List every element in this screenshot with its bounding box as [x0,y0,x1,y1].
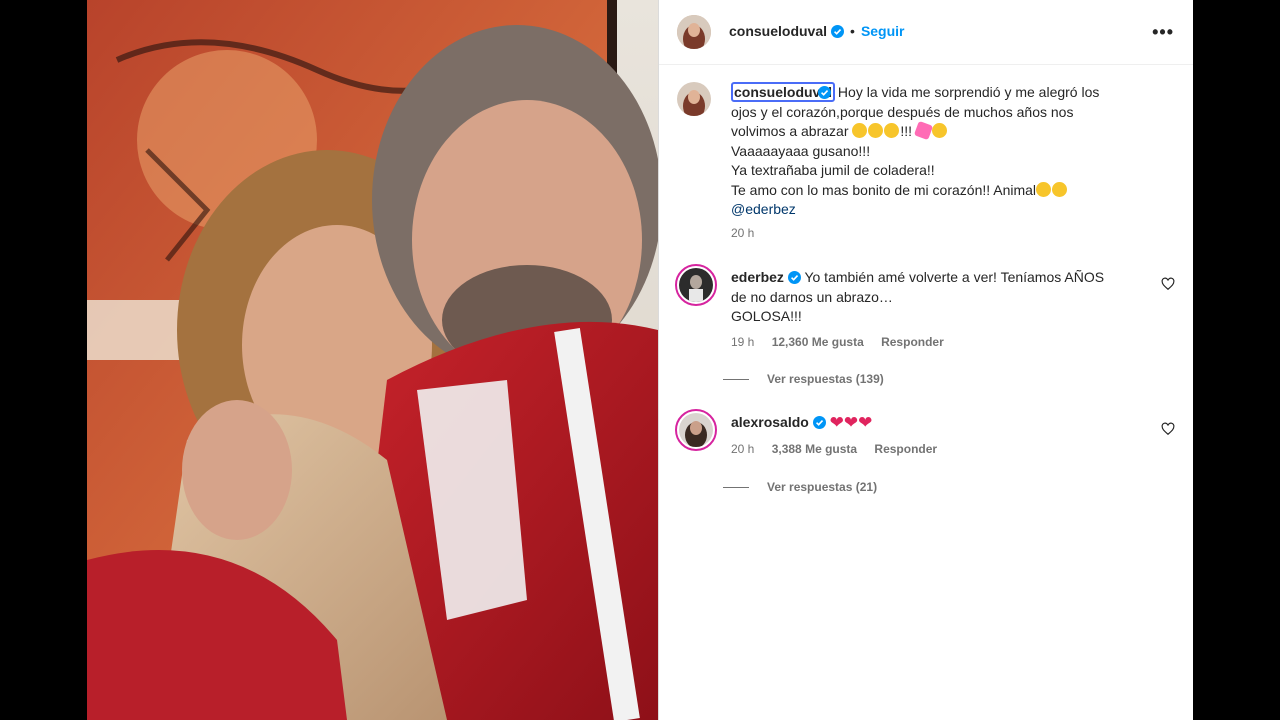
view-replies-button[interactable]: Ver respuestas (139) [723,372,884,386]
caption-line-5: Ya textrañaba jumil de coladera!! [731,162,935,178]
crying-face-emoji-icon [852,123,868,138]
caption-verified-badge-icon [818,86,832,99]
follow-button[interactable]: Seguir [861,23,905,39]
caption-line-1: Hoy la vida me sorprendió y me alegró lo… [837,84,1100,100]
view-replies-label: Ver respuestas (139) [767,372,884,386]
author-avatar[interactable] [677,15,711,49]
comment-avatar-ring[interactable] [675,409,717,451]
hugging-face-emoji-icon [884,123,900,138]
comment-likes[interactable]: 12,360 Me gusta [772,335,864,349]
post-photo[interactable] [87,0,658,720]
comment-verified-badge-icon [787,271,801,284]
comment-avatar-image [679,268,713,302]
partying-face-emoji-icon [931,123,947,138]
caption-avatar-image [677,82,711,116]
post-caption: consueloduval Hoy la vida me sorprendió … [731,82,1139,244]
comment-hearts: ❤❤❤ [829,413,873,432]
comment-username[interactable]: ederbez [731,269,784,285]
comment-meta: 19 h 12,360 Me gusta Responder [731,335,944,349]
caption-timestamp[interactable]: 20 h [731,224,1139,244]
verified-badge-icon [831,24,845,38]
heart-gift-emoji-icon [913,120,934,141]
like-comment-heart-icon[interactable] [1161,422,1175,436]
comment-avatar-image [679,413,713,447]
photo-illustration [87,0,658,720]
view-replies-label: Ver respuestas (21) [767,480,878,494]
post-side-panel: consueloduval • Seguir ••• consueloduval [658,0,1193,720]
comment-text: ederbez Yo también amé volverte a ver! T… [731,268,1141,327]
comment-avatar [679,268,713,302]
caption-line-3-exclaim: !!! [900,123,913,139]
comment-line-3: GOLOSA!!! [731,308,802,324]
comment-item: ederbez Yo también amé volverte a ver! T… [675,264,1175,394]
caption-mention-link[interactable]: @ederbez [731,200,1139,220]
replies-divider [723,486,749,488]
caption-line-3: volvimos a abrazar [731,123,849,139]
comment-avatar [679,413,713,447]
comment-text: alexrosaldo ❤❤❤ [731,413,1141,433]
replies-divider [723,378,749,380]
caption-line-2: ojos y el corazón,porque después de much… [731,103,1074,120]
comment-meta: 20 h 3,388 Me gusta Responder [731,442,937,456]
comment-line-1: Yo también amé volverte a ver! Teníamos … [804,269,1105,285]
author-username[interactable]: consueloduval [729,23,827,39]
comment-item: alexrosaldo ❤❤❤ 20 h 3,388 Me gusta Resp… [675,409,1175,509]
comment-avatar-ring[interactable] [675,264,717,306]
caption-line-4: Vaaaaayaaa gusano!!! [731,142,871,159]
comment-line-2: de no darnos un abrazo… [731,288,893,305]
more-options-icon[interactable]: ••• [1152,22,1174,43]
comment-verified-badge-icon [812,416,826,429]
comment-time[interactable]: 19 h [731,335,754,349]
header-separator: • [850,23,855,39]
view-replies-button[interactable]: Ver respuestas (21) [723,480,877,494]
comment-likes[interactable]: 3,388 Me gusta [772,442,857,456]
post-header: consueloduval • Seguir ••• [659,0,1193,65]
crying-face-emoji-icon [868,123,884,138]
hugging-face-emoji-icon [1052,181,1068,197]
like-comment-heart-icon[interactable] [1161,277,1175,291]
comment-reply-button[interactable]: Responder [881,335,944,349]
caption-line-6: Te amo con lo mas bonito de mi corazón!!… [731,181,1037,198]
upside-down-face-emoji-icon [1036,181,1052,197]
comment-username[interactable]: alexrosaldo [731,414,809,430]
comment-reply-button[interactable]: Responder [874,442,937,456]
caption-avatar[interactable] [677,82,711,116]
comment-time[interactable]: 20 h [731,442,754,456]
author-avatar-image [677,15,711,49]
post-modal: consueloduval • Seguir ••• consueloduval [87,0,1193,720]
